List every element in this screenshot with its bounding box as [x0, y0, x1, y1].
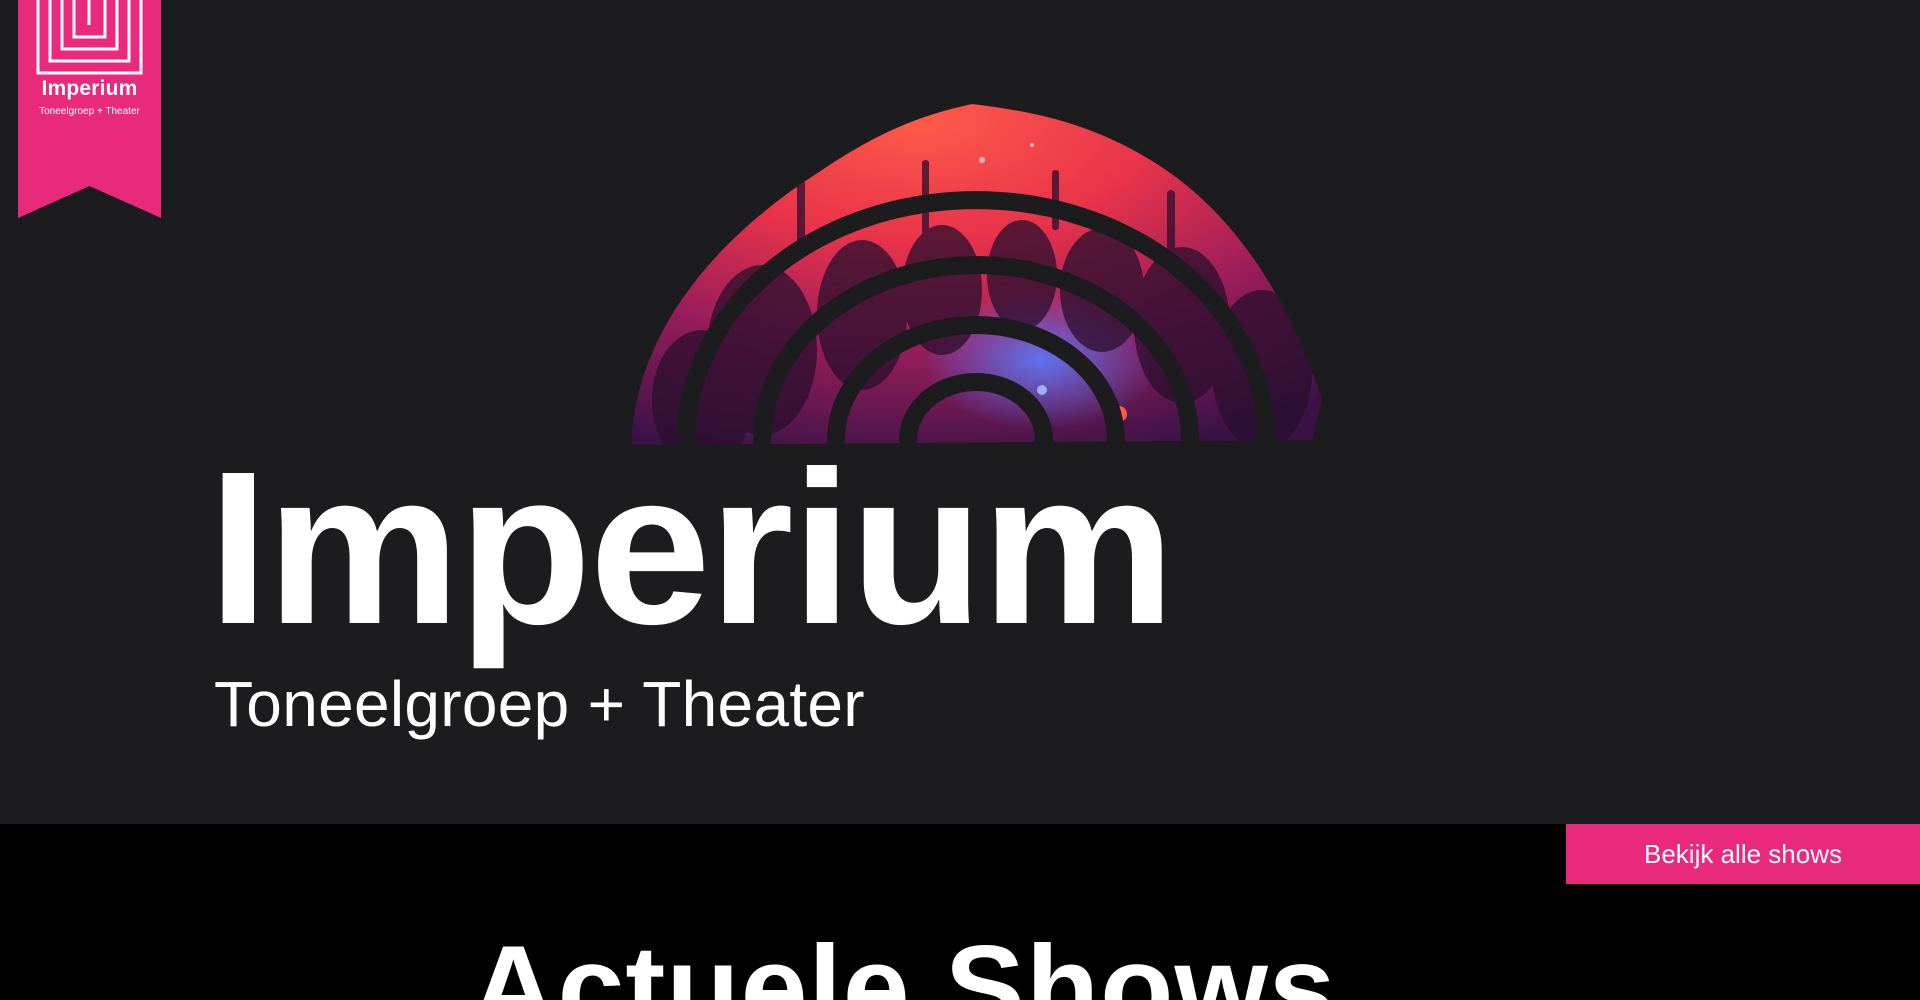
hero-section: Imperium Toneelgroep + Theater Imperium … [0, 0, 1920, 824]
logo-ribbon[interactable]: Imperium Toneelgroep + Theater [18, 0, 161, 218]
logo-name: Imperium [41, 77, 138, 100]
shows-section: Bekijk alle shows Actuele Shows [0, 824, 1920, 1000]
shows-heading: Actuele Shows [470, 921, 1337, 1000]
concert-crowd-arc-image [632, 104, 1322, 449]
hero-title: Imperium [208, 427, 1175, 670]
page: Imperium Toneelgroep + Theater Imperium … [0, 0, 1920, 1000]
hero-subtitle: Toneelgroep + Theater [214, 668, 865, 740]
logo-tagline: Toneelgroep + Theater [39, 106, 140, 117]
view-all-shows-button[interactable]: Bekijk alle shows [1566, 824, 1920, 884]
labyrinth-logo-icon [36, 0, 143, 75]
